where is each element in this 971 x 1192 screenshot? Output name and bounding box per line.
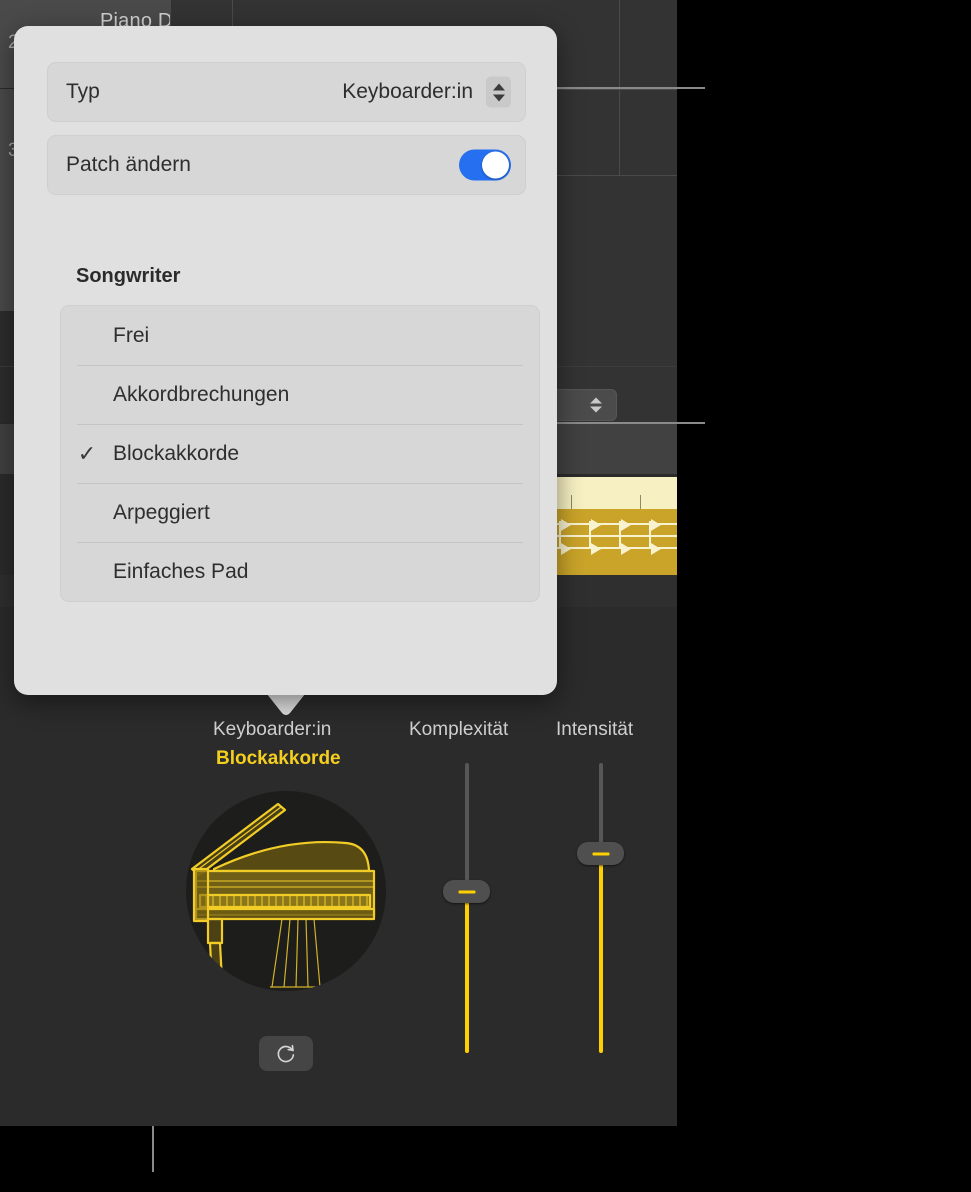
- patch-row[interactable]: Patch ändern: [47, 135, 526, 195]
- type-row[interactable]: Typ Keyboarder:in: [47, 62, 526, 122]
- chord-settings-popover: Typ Keyboarder:in Patch ändern Songwrite…: [14, 26, 557, 695]
- type-value: Keyboarder:in: [342, 80, 473, 103]
- up-down-stepper-icon[interactable]: [486, 76, 511, 108]
- menu-item-label: Einfaches Pad: [113, 559, 249, 583]
- menu-item-einfaches-pad[interactable]: Einfaches Pad: [61, 542, 539, 601]
- check-icon: ✓: [77, 440, 97, 466]
- grand-piano-icon[interactable]: [186, 791, 386, 991]
- chord-style-menu: Frei Akkordbrechungen ✓ Blockakkorde Arp…: [60, 305, 540, 602]
- refresh-button[interactable]: [259, 1036, 313, 1071]
- menu-item-akkordbrechungen[interactable]: Akkordbrechungen: [61, 365, 539, 424]
- slider-thumb-komplexitaet[interactable]: [443, 880, 490, 903]
- menu-item-label: Arpeggiert: [113, 500, 210, 524]
- performer-style-value: Blockakkorde: [216, 748, 341, 769]
- menu-item-label: Akkordbrechungen: [113, 382, 290, 406]
- slider-fill-intensitaet: [599, 853, 603, 1053]
- region-notes: [557, 517, 677, 555]
- patch-label: Patch ändern: [66, 153, 191, 176]
- menu-item-frei[interactable]: Frei: [61, 306, 539, 365]
- slider-label-intensitaet: Intensität: [556, 719, 634, 740]
- menu-item-blockakkorde[interactable]: ✓ Blockakkorde: [61, 424, 539, 483]
- toggle-knob: [482, 151, 509, 179]
- slider-thumb-intensitaet[interactable]: [577, 842, 624, 865]
- menu-item-arpeggiert[interactable]: Arpeggiert: [61, 483, 539, 542]
- midi-region[interactable]: [557, 477, 677, 575]
- refresh-icon: [277, 1044, 295, 1062]
- group-title: Songwriter: [76, 265, 181, 287]
- type-label: Typ: [66, 80, 100, 103]
- patch-toggle[interactable]: [459, 149, 511, 181]
- slider-fill-komplexitaet: [465, 891, 469, 1053]
- slider-label-komplexitaet: Komplexität: [409, 719, 509, 740]
- region-header: [557, 477, 677, 509]
- menu-item-label: Frei: [113, 323, 150, 347]
- menu-item-label: Blockakkorde: [113, 441, 240, 465]
- up-down-stepper-icon: [590, 397, 602, 413]
- performer-type-label: Keyboarder:in: [213, 719, 332, 740]
